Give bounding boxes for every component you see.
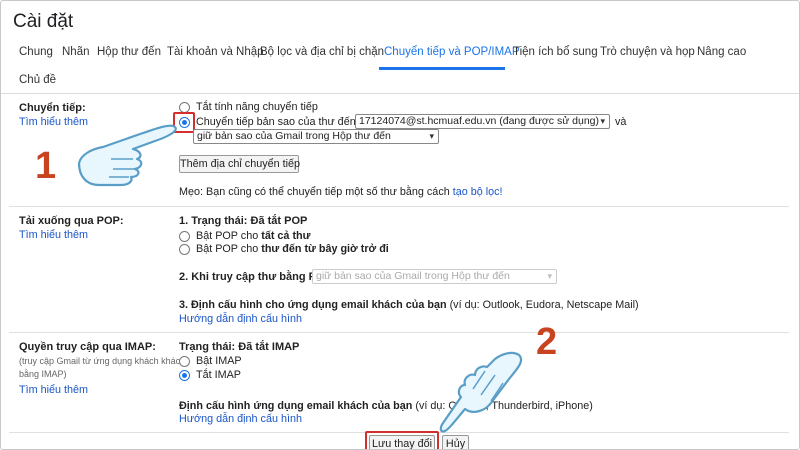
imap-subtitle-line2: bằng IMAP)	[19, 369, 67, 379]
imap-disable-radio[interactable]	[179, 370, 190, 381]
tab-addons[interactable]: Tiện ích bổ sung	[513, 46, 598, 58]
forwarding-learn-more-link[interactable]: Tìm hiểu thêm	[19, 116, 88, 128]
pop-enable-now-label: Bật POP cho thư đến từ bây giờ trở đi	[196, 243, 389, 255]
forward-address-value: 17124074@st.hcmuaf.edu.vn (đang được sử …	[359, 115, 599, 127]
imap-config-instructions-link[interactable]: Hướng dẫn định cấu hình	[179, 413, 302, 425]
tab-filters-blocked[interactable]: Bộ lọc và địa chỉ bị chặn	[260, 46, 384, 58]
pointing-hand-icon	[439, 351, 523, 433]
pop-enable-now-prefix: Bật POP cho	[196, 243, 262, 255]
step-1-number: 1	[35, 145, 57, 187]
pop-status: 1. Trạng thái: Đã tắt POP	[179, 215, 308, 227]
page-title: Cài đặt	[13, 11, 74, 32]
pop-enable-all-label: Bật POP cho tất cả thư	[196, 230, 310, 242]
section-divider	[9, 206, 789, 207]
forwarding-off-radio[interactable]	[179, 102, 190, 113]
forwarding-tip: Mẹo: Bạn cũng có thể chuyển tiếp một số …	[179, 186, 503, 198]
tab-themes[interactable]: Chủ đề	[19, 74, 56, 86]
pop-enable-now-bold: thư đến từ bây giờ trở đi	[261, 243, 389, 255]
pop-enable-all-prefix: Bật POP cho	[196, 230, 262, 242]
pointing-hand-icon	[77, 124, 177, 187]
tab-labels[interactable]: Nhãn	[62, 46, 90, 58]
chevron-down-icon: ▾	[429, 131, 434, 141]
imap-enable-label: Bật IMAP	[196, 355, 242, 367]
chevron-down-icon: ▾	[547, 271, 552, 281]
tab-inbox[interactable]: Hộp thư đến	[97, 46, 161, 58]
tab-chat-meet[interactable]: Trò chuyện và họp	[600, 46, 695, 58]
settings-tabs: Chung Nhãn Hộp thư đến Tài khoản và Nhập…	[1, 44, 799, 70]
pop-learn-more-link[interactable]: Tìm hiểu thêm	[19, 229, 88, 241]
imap-configure-title: Định cấu hình ứng dụng email khách của b…	[179, 400, 413, 412]
forwarding-and-text: và	[615, 116, 627, 128]
cancel-button[interactable]: Hủy	[442, 435, 469, 449]
imap-disable-label: Tắt IMAP	[196, 369, 241, 381]
pop-when-access-value: giữ bản sao của Gmail trong Hộp thư đến	[316, 270, 510, 282]
tab-accounts-import[interactable]: Tài khoản và Nhập	[167, 46, 264, 58]
forward-keep-copy-value: giữ bản sao của Gmail trong Hộp thư đến	[197, 130, 391, 142]
pop-when-access-label: 2. Khi truy cập thư bằng POP	[179, 271, 332, 283]
imap-status: Trạng thái: Đã tắt IMAP	[179, 341, 300, 353]
pop-enable-all-radio[interactable]	[179, 231, 190, 242]
forwarding-off-label: Tắt tính năng chuyển tiếp	[196, 101, 318, 113]
tab-forwarding-pop-imap[interactable]: Chuyển tiếp và POP/IMAP	[384, 46, 520, 58]
imap-configure: Định cấu hình ứng dụng email khách của b…	[179, 400, 593, 412]
pop-when-access-select[interactable]: giữ bản sao của Gmail trong Hộp thư đến …	[312, 269, 557, 284]
active-tab-indicator	[379, 67, 505, 70]
tab-general[interactable]: Chung	[19, 46, 53, 58]
pop-enable-now-radio[interactable]	[179, 244, 190, 255]
imap-configure-note: (ví dụ: Outlook, Thunderbird, iPhone)	[415, 400, 593, 412]
step-2-number: 2	[536, 321, 558, 363]
section-divider	[9, 332, 789, 333]
forwarding-on-radio[interactable]	[179, 117, 190, 128]
tab-advanced[interactable]: Nâng cao	[697, 46, 746, 58]
pop-configure-note: (ví dụ: Outlook, Eudora, Netscape Mail)	[449, 299, 639, 311]
forwarding-tip-text: Mẹo: Bạn cũng có thể chuyển tiếp một số …	[179, 186, 450, 198]
add-forwarding-address-button[interactable]: Thêm địa chỉ chuyển tiếp	[179, 155, 300, 173]
forwarding-on-label: Chuyển tiếp bản sao của thư đến tới	[196, 116, 372, 128]
forward-keep-copy-select[interactable]: giữ bản sao của Gmail trong Hộp thư đến …	[193, 129, 439, 144]
section-divider	[9, 432, 789, 433]
pop-configure: 3. Định cấu hình cho ứng dụng email khác…	[179, 299, 639, 311]
pop-config-instructions-link[interactable]: Hướng dẫn định cấu hình	[179, 313, 302, 325]
imap-learn-more-link[interactable]: Tìm hiểu thêm	[19, 384, 88, 396]
save-changes-button[interactable]: Lưu thay đổi	[369, 435, 435, 449]
imap-label: Quyền truy cập qua IMAP:	[19, 341, 156, 353]
pop-enable-all-bold: tất cả thư	[261, 230, 311, 242]
pop-label: Tải xuống qua POP:	[19, 215, 124, 227]
chevron-down-icon: ▾	[600, 116, 605, 126]
tabs-divider	[1, 93, 799, 94]
pop-configure-title: 3. Định cấu hình cho ứng dụng email khác…	[179, 299, 447, 311]
imap-enable-radio[interactable]	[179, 356, 190, 367]
settings-page: Cài đặt Chung Nhãn Hộp thư đến Tài khoản…	[0, 0, 800, 450]
forwarding-label: Chuyển tiếp:	[19, 102, 86, 114]
forward-address-select[interactable]: 17124074@st.hcmuaf.edu.vn (đang được sử …	[355, 114, 610, 129]
create-filter-link[interactable]: tạo bộ lọc!	[453, 186, 503, 198]
imap-subtitle-line1: (truy cập Gmail từ ứng dụng khách khác	[19, 356, 181, 366]
